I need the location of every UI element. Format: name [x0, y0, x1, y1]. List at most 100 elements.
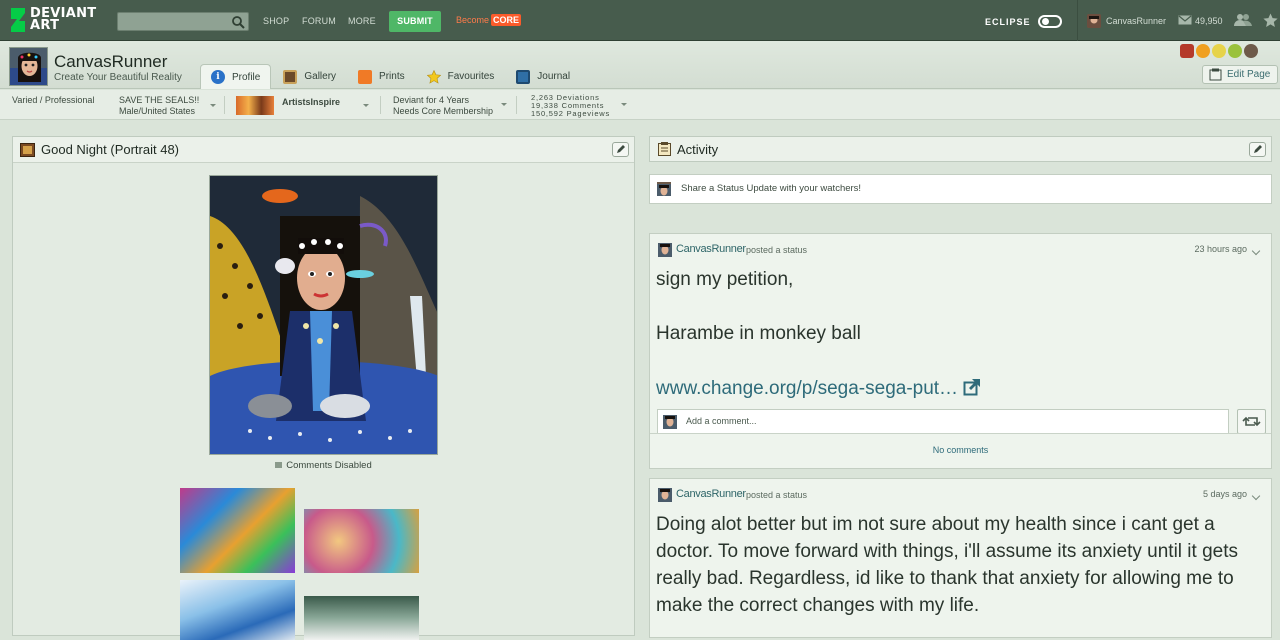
- search-input[interactable]: [117, 12, 249, 31]
- status-prompt: Share a Status Update with your watchers…: [681, 183, 862, 194]
- status-update-input[interactable]: Share a Status Update with your watchers…: [649, 174, 1272, 204]
- post-body-line: make the correct changes with my life.: [656, 595, 980, 616]
- petition-link[interactable]: www.change.org/p/sega-sega-put…: [656, 375, 981, 402]
- edit-button[interactable]: [612, 142, 629, 157]
- chevron-down-icon[interactable]: [210, 104, 216, 107]
- pencil-icon: [617, 145, 625, 153]
- chevron-down-icon[interactable]: [501, 103, 507, 106]
- retweet-icon: [1242, 416, 1261, 427]
- post-username[interactable]: CanvasRunner: [676, 243, 746, 255]
- avatar: [657, 182, 671, 196]
- comments-disabled-notice: Comments Disabled: [13, 460, 634, 471]
- edit-button[interactable]: [1249, 142, 1266, 157]
- gallery-thumbnail[interactable]: [304, 509, 419, 573]
- gallery-icon: [283, 69, 298, 84]
- post-body-line: sign my petition,: [656, 269, 794, 290]
- topbar-username[interactable]: CanvasRunner: [1106, 16, 1166, 26]
- group-name[interactable]: ArtistsInspire: [282, 97, 340, 108]
- edit-page-icon: [1209, 68, 1222, 81]
- share-button[interactable]: [1237, 409, 1266, 434]
- post-body-line: really bad. Regardless, id like to thank…: [656, 568, 1234, 589]
- favourites-star-icon[interactable]: [1263, 13, 1278, 28]
- membership-info[interactable]: Deviant for 4 Years Needs Core Membershi…: [393, 95, 493, 117]
- featured-title[interactable]: Good Night (Portrait 48): [41, 142, 179, 157]
- badge-icon[interactable]: [1228, 44, 1242, 58]
- nav-more-link[interactable]: MORE: [348, 16, 376, 26]
- tab-favourites-label: Favourites: [447, 71, 495, 82]
- group-avatar[interactable]: [236, 96, 274, 115]
- chevron-down-icon[interactable]: [1251, 491, 1261, 501]
- tab-prints[interactable]: Prints: [348, 64, 415, 89]
- profile-tagline: Create Your Beautiful Reality: [54, 72, 182, 83]
- gallery-thumbnail[interactable]: [180, 488, 295, 573]
- profile-avatar[interactable]: [9, 47, 48, 86]
- cause-text: SAVE THE SEALS!!: [119, 95, 200, 105]
- tab-gallery-label: Gallery: [304, 71, 337, 82]
- avatar[interactable]: [658, 243, 672, 257]
- deviantart-logo[interactable]: DEVIANT ART: [9, 7, 96, 33]
- divider: [380, 96, 381, 114]
- journal-icon: [516, 69, 531, 84]
- info-icon: i: [211, 70, 225, 84]
- profile-details[interactable]: SAVE THE SEALS!! Male/United States: [119, 95, 199, 117]
- profile-username[interactable]: CanvasRunner: [54, 52, 167, 72]
- tab-journal-label: Journal: [537, 71, 571, 82]
- user-avatar-small[interactable]: [1087, 14, 1101, 28]
- chevron-down-icon[interactable]: [1251, 246, 1261, 256]
- toggle-knob: [1042, 18, 1049, 25]
- badge-icon[interactable]: [1196, 44, 1210, 58]
- location-text: Male/United States: [119, 106, 196, 116]
- become-core-link[interactable]: Become CORE: [456, 14, 522, 26]
- petition-link-text: www.change.org/p/sega-sega-put…: [656, 378, 959, 399]
- message-count[interactable]: 49,950: [1195, 16, 1223, 26]
- post-body-line: Doing alot better but im not sure about …: [656, 514, 1215, 535]
- post-action: posted a status: [746, 245, 808, 255]
- edit-page-button[interactable]: Edit Page: [1202, 65, 1278, 84]
- badge-icon[interactable]: [1212, 44, 1226, 58]
- no-comments-link[interactable]: No comments: [650, 433, 1271, 466]
- eclipse-toggle[interactable]: [1038, 15, 1062, 28]
- badge-icon[interactable]: [1180, 44, 1194, 58]
- comment-input[interactable]: Add a comment...: [657, 409, 1229, 434]
- profile-stats[interactable]: 2,263 Deviations 19,338 Comments 150,592…: [531, 94, 610, 118]
- nav-forum-link[interactable]: FORUM: [302, 16, 336, 26]
- clipboard-icon: [658, 142, 671, 156]
- submit-button[interactable]: SUBMIT: [389, 11, 441, 32]
- panel-header: Good Night (Portrait 48): [13, 137, 634, 163]
- tab-gallery[interactable]: Gallery: [273, 64, 346, 89]
- star-icon: [426, 69, 441, 84]
- mail-icon[interactable]: [1178, 14, 1192, 26]
- profile-tabs: i Profile Gallery Prints Favourites Jour…: [200, 64, 582, 89]
- post-timestamp[interactable]: 5 days ago: [1203, 489, 1247, 499]
- logo-text-line2: ART: [30, 18, 60, 33]
- featured-painting[interactable]: [209, 175, 438, 455]
- activity-title: Activity: [677, 141, 719, 157]
- tab-profile[interactable]: i Profile: [200, 64, 272, 89]
- tab-prints-label: Prints: [379, 71, 405, 82]
- badge-icon[interactable]: [1244, 44, 1258, 58]
- tab-journal[interactable]: Journal: [506, 64, 580, 89]
- gallery-thumbnail[interactable]: [180, 580, 295, 640]
- post-body-line: doctor. To move forward with things, i'l…: [656, 541, 1238, 562]
- post-body-line: Harambe in monkey ball: [656, 323, 861, 344]
- avatar[interactable]: [658, 488, 672, 502]
- post-username[interactable]: CanvasRunner: [676, 488, 746, 500]
- eclipse-label: ECLIPSE: [985, 17, 1031, 27]
- search-icon[interactable]: [231, 15, 245, 29]
- deviant-since: Deviant for 4 Years: [393, 95, 470, 105]
- nav-shop-link[interactable]: SHOP: [263, 16, 289, 26]
- activity-panel: Activity Share a Status Update with your…: [649, 136, 1272, 210]
- tab-favourites[interactable]: Favourites: [417, 64, 505, 89]
- post-action: posted a status: [746, 490, 808, 500]
- deviantart-logo-icon: [9, 7, 27, 33]
- watchers-icon[interactable]: [1234, 13, 1252, 27]
- divider: [224, 96, 225, 114]
- edit-page-label: Edit Page: [1227, 69, 1271, 80]
- chevron-down-icon[interactable]: [621, 103, 627, 106]
- profile-header: CanvasRunner Create Your Beautiful Reali…: [0, 41, 1280, 89]
- gallery-thumbnail[interactable]: [304, 596, 419, 640]
- external-link-icon: [963, 379, 981, 396]
- chevron-down-icon[interactable]: [363, 104, 369, 107]
- post-timestamp[interactable]: 23 hours ago: [1194, 244, 1247, 254]
- divider: [516, 96, 517, 114]
